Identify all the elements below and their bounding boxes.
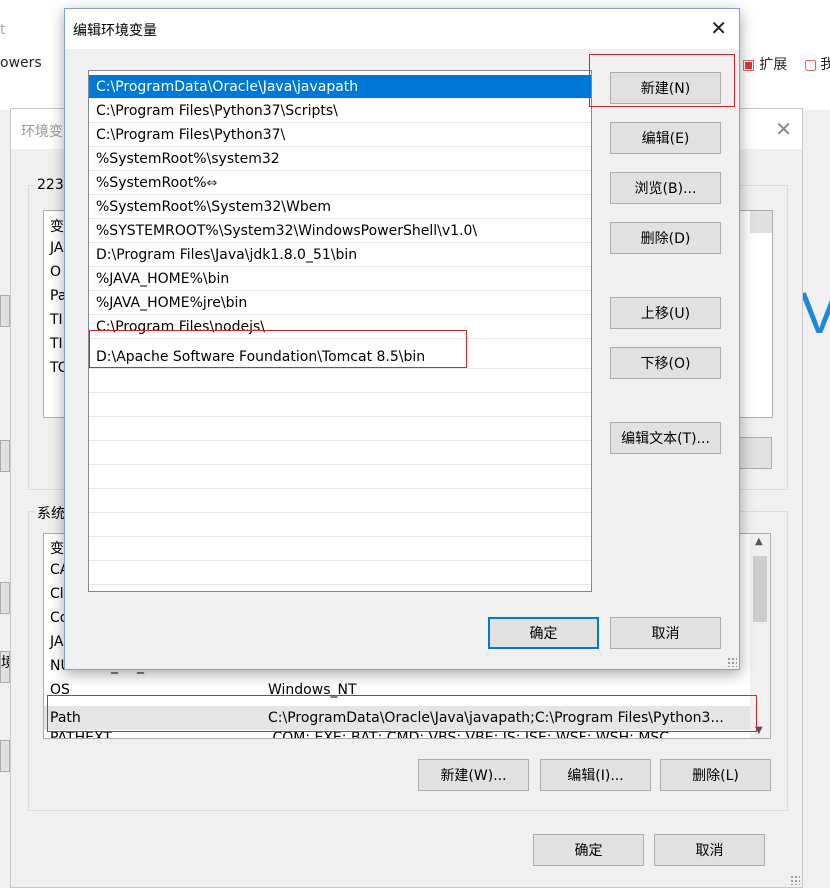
list-header: 变 <box>50 219 64 235</box>
bg-fragment: t <box>0 22 6 38</box>
column-header-filler <box>750 211 772 233</box>
path-item-empty <box>89 441 591 465</box>
close-icon[interactable]: ✕ <box>775 117 792 141</box>
path-item-empty <box>89 393 591 417</box>
path-item[interactable]: D:\Program Files\Java\jdk1.8.0_51\bin <box>89 243 591 267</box>
cancel-button[interactable]: 取消 <box>610 617 721 649</box>
left-stub: 境 <box>0 651 10 683</box>
path-item-selected[interactable]: C:\ProgramData\Oracle\Java\javapath <box>89 75 591 99</box>
move-down-button[interactable]: 下移(O) <box>610 347 721 379</box>
scroll-thumb[interactable] <box>753 556 767 622</box>
left-stub <box>0 740 10 772</box>
list-item[interactable]: TI <box>50 336 63 352</box>
close-icon[interactable]: ✕ <box>710 16 727 40</box>
bg-expand-link[interactable]: ▣ 扩展 <box>742 54 787 74</box>
puzzle-icon: ▣ <box>742 57 756 73</box>
left-stub <box>0 295 10 327</box>
path-item-empty <box>89 513 591 537</box>
system-group-label: 系统 <box>35 503 67 523</box>
list-header: 变 <box>50 541 64 557</box>
list-item[interactable]: TI <box>50 312 63 328</box>
resize-cursor-icon: ⇔ <box>206 176 218 191</box>
path-item[interactable]: %JAVA_HOME%\bin <box>89 267 591 291</box>
path-item[interactable]: %SYSTEMROOT%\System32\WindowsPowerShell\… <box>89 219 591 243</box>
path-item-empty <box>89 417 591 441</box>
bag-icon: ▢ <box>804 57 818 73</box>
dialog-title: 编辑环境变量 <box>73 23 157 39</box>
path-item[interactable]: %JAVA_HOME%jre\bin <box>89 291 591 315</box>
list-item[interactable]: JA <box>50 634 63 650</box>
system-new-button[interactable]: 新建(W)... <box>418 759 529 791</box>
path-item-empty <box>89 465 591 489</box>
edit-button[interactable]: 编辑(E) <box>610 122 721 154</box>
user-group-label: 223 <box>35 177 66 193</box>
list-item[interactable]: O <box>50 264 61 280</box>
ok-button[interactable]: 确定 <box>488 617 599 649</box>
path-item[interactable]: %SystemRoot%⇔ <box>89 171 591 195</box>
path-item[interactable]: %SystemRoot%\System32\Wbem <box>89 195 591 219</box>
path-row-annotation <box>47 695 757 732</box>
bg-big-letter: V <box>800 281 830 346</box>
resize-grip-icon[interactable] <box>790 875 800 885</box>
env-ok-button[interactable]: 确定 <box>533 834 644 866</box>
path-item[interactable]: %SystemRoot%\system32 <box>89 147 591 171</box>
left-stub <box>0 582 10 614</box>
path-item-empty <box>89 537 591 561</box>
path-item-empty <box>89 369 591 393</box>
left-stub <box>0 440 10 472</box>
bg-fragment: ▢ 我 <box>804 57 830 73</box>
dialog-title: 环境变 <box>21 124 63 140</box>
new-button-annotation <box>589 54 735 107</box>
system-delete-button[interactable]: 删除(L) <box>660 759 771 791</box>
path-item-empty <box>89 561 591 585</box>
list-item[interactable]: Cl <box>50 586 64 602</box>
edit-text-button[interactable]: 编辑文本(T)... <box>610 422 721 454</box>
scroll-up-icon[interactable]: ▲ <box>755 536 763 547</box>
resize-grip-icon[interactable] <box>727 657 737 667</box>
path-item[interactable]: C:\Program Files\Python37\ <box>89 123 591 147</box>
bg-fragment: owers <box>0 55 42 71</box>
browse-button[interactable]: 浏览(B)... <box>610 172 721 204</box>
list-item[interactable]: JA <box>50 240 63 256</box>
title-bar: 编辑环境变量 ✕ <box>65 9 739 49</box>
path-item[interactable]: C:\Program Files\Python37\Scripts\ <box>89 99 591 123</box>
edit-environment-variable-dialog: 编辑环境变量 ✕ C:\ProgramData\Oracle\Java\java… <box>64 8 740 670</box>
system-edit-button[interactable]: 编辑(I)... <box>540 759 651 791</box>
new-path-annotation <box>89 330 467 368</box>
delete-button[interactable]: 删除(D) <box>610 222 721 254</box>
path-item-empty <box>89 489 591 513</box>
move-up-button[interactable]: 上移(U) <box>610 297 721 329</box>
env-cancel-button[interactable]: 取消 <box>654 834 765 866</box>
